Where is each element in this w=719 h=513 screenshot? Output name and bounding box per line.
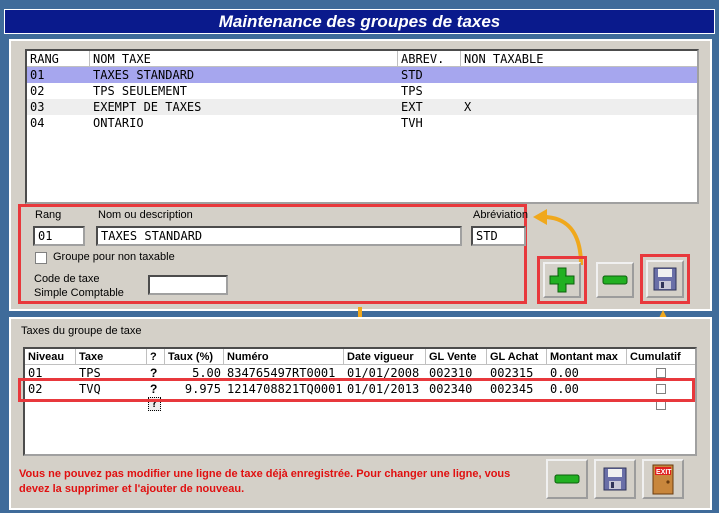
rang-field[interactable]: 01	[33, 226, 85, 246]
window-title: Maintenance des groupes de taxes	[4, 9, 715, 34]
col-header-montant-max[interactable]: Montant max	[547, 349, 627, 365]
cell-rang: 03	[30, 100, 45, 114]
table-row[interactable]: 04 ONTARIO TVH	[27, 115, 697, 131]
exit-button[interactable]: EXIT	[642, 459, 684, 499]
taxes-table-header: Niveau Taxe ? Taux (%) Numéro Date vigue…	[25, 349, 695, 365]
cumulatif-checkbox[interactable]	[656, 368, 666, 378]
remove-button[interactable]	[596, 262, 634, 298]
cell-abrev: STD	[401, 68, 423, 82]
table-row[interactable]: 03 EXEMPT DE TAXES EXT X	[27, 99, 697, 115]
cell-nom: ONTARIO	[93, 116, 144, 130]
col-header-niveau[interactable]: Niveau	[25, 349, 76, 365]
exit-label: EXIT	[656, 469, 672, 476]
col-header-taux[interactable]: Taux (%)	[165, 349, 224, 365]
col-header-date[interactable]: Date vigueur	[344, 349, 426, 365]
cell-nom: TAXES STANDARD	[93, 68, 195, 82]
non-taxable-label: Groupe pour non taxable	[53, 251, 175, 263]
remove-tax-button[interactable]	[546, 459, 588, 499]
warning-message: Vous ne pouvez pas modifier une ligne de…	[19, 468, 511, 495]
minus-icon	[602, 275, 628, 285]
col-header-cumulatif[interactable]: Cumulatif	[627, 349, 695, 365]
add-button[interactable]	[543, 262, 581, 298]
minus-icon	[554, 474, 580, 484]
abrev-field[interactable]: STD	[471, 226, 526, 246]
name-field[interactable]: TAXES STANDARD	[96, 226, 462, 246]
taxes-section-label: Taxes du groupe de taxe	[21, 325, 142, 337]
table-row[interactable]: 02 TPS SEULEMENT TPS	[27, 83, 697, 99]
code-label-line1: Code de taxe	[34, 273, 100, 285]
col-header-numero[interactable]: Numéro	[224, 349, 344, 365]
cell-abrev: TVH	[401, 116, 423, 130]
abrev-label: Abréviation	[473, 209, 529, 221]
plus-icon	[549, 267, 575, 293]
cell-rang: 04	[30, 116, 45, 130]
save-button[interactable]	[646, 260, 684, 298]
col-header-abrev[interactable]: ABREV.	[398, 51, 461, 67]
cell-abrev: TPS	[401, 84, 423, 98]
taxes-panel: Taxes du groupe de taxe Niveau Taxe ? Ta…	[9, 317, 712, 510]
groups-table-header: RANG NOM TAXE ABREV. NON TAXABLE	[27, 51, 697, 67]
cell-non-taxable: X	[464, 100, 472, 114]
groups-panel: RANG NOM TAXE ABREV. NON TAXABLE 01 TAXE…	[9, 39, 712, 311]
col-header-rang[interactable]: RANG	[27, 51, 90, 67]
cell-nom: EXEMPT DE TAXES	[93, 100, 202, 114]
rang-label: Rang	[35, 209, 62, 221]
name-label: Nom ou description	[98, 209, 193, 221]
col-header-non-taxable[interactable]: NON TAXABLE	[461, 51, 697, 67]
col-header-nom[interactable]: NOM TAXE	[90, 51, 398, 67]
code-label-line2: Simple Comptable	[34, 287, 124, 299]
cell-abrev: EXT	[401, 100, 423, 114]
edit-form-highlight: Rang 01 Nom ou description TAXES STANDAR…	[18, 204, 529, 304]
cell-nom: TPS SEULEMENT	[93, 84, 187, 98]
groups-table: RANG NOM TAXE ABREV. NON TAXABLE 01 TAXE…	[25, 49, 699, 204]
col-header-gl-vente[interactable]: GL Vente	[426, 349, 487, 365]
code-field[interactable]	[148, 275, 228, 295]
cell-rang: 02	[30, 84, 45, 98]
title-bar: Maintenance des groupes de taxes	[0, 0, 719, 36]
exit-door-icon	[652, 464, 674, 495]
tax-group-window: Maintenance des groupes de taxes RANG NO…	[0, 0, 719, 513]
non-taxable-checkbox[interactable]	[35, 252, 47, 264]
floppy-icon	[653, 267, 677, 291]
tvq-row-highlight	[18, 378, 695, 402]
floppy-icon	[603, 467, 627, 491]
col-header-taxe[interactable]: Taxe	[76, 349, 147, 365]
table-row[interactable]: 01 TAXES STANDARD STD	[27, 67, 697, 83]
save-tax-button[interactable]	[594, 459, 636, 499]
col-header-gl-achat[interactable]: GL Achat	[487, 349, 547, 365]
cell-rang: 01	[30, 68, 45, 82]
col-header-help[interactable]: ?	[147, 349, 165, 365]
